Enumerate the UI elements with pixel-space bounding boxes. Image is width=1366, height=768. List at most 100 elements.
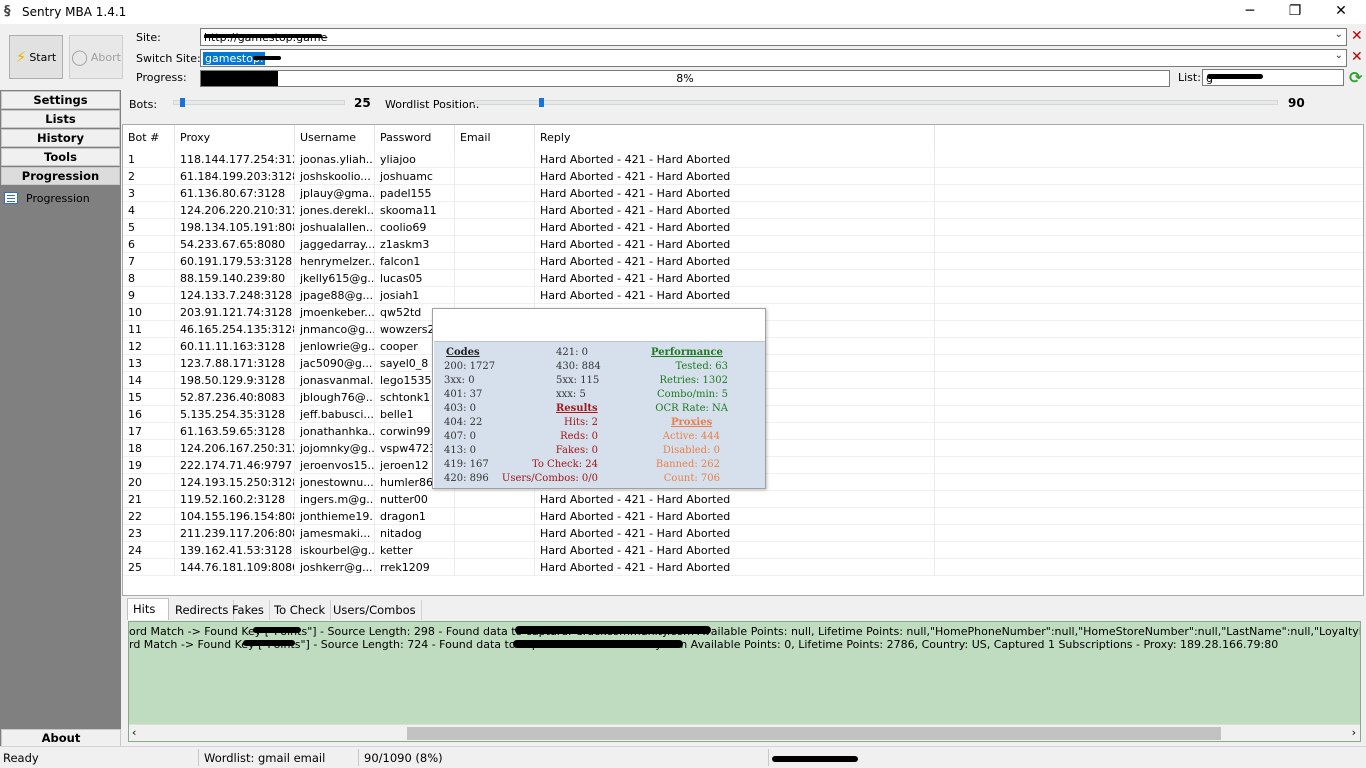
abort-button[interactable]: ◯ Abort bbox=[69, 35, 123, 79]
scrollbar-thumb[interactable] bbox=[407, 727, 1221, 740]
table-cell: 144.76.181.109:8080 bbox=[175, 559, 295, 576]
table-cell: 88.159.140.239:80 bbox=[175, 270, 295, 287]
table-cell: henrymelzer... bbox=[295, 253, 375, 270]
table-cell: 19 bbox=[123, 457, 175, 474]
clear-site-icon[interactable]: ✕ bbox=[1351, 28, 1363, 44]
slider-bar: Bots: 25 Wordlist Position: 90 bbox=[121, 90, 1366, 120]
codes-stat: 3xx: 0 bbox=[444, 375, 475, 386]
table-row[interactable]: 23 211.239.117.206:8080 jamesmaki... nitado… bbox=[123, 525, 1363, 542]
table-cell: 16 bbox=[123, 406, 175, 423]
column-header[interactable]: Email bbox=[455, 125, 535, 151]
proxies-stat: Banned: 262 bbox=[655, 459, 720, 470]
wordlist-slider-thumb[interactable] bbox=[539, 98, 544, 107]
table-cell: joshuamc bbox=[375, 168, 455, 185]
table-row[interactable]: 22 104.155.196.154:8080 jonthieme19... drag… bbox=[123, 508, 1363, 525]
chevron-down-icon[interactable]: ⌄ bbox=[1335, 29, 1343, 40]
column-header[interactable]: Reply bbox=[535, 125, 935, 151]
sidebar-item-history[interactable]: History bbox=[1, 129, 120, 147]
code-stat: 421: 0 bbox=[556, 347, 588, 358]
table-cell: skooma11 bbox=[375, 202, 455, 219]
table-row[interactable]: 3 61.136.80.67:3128 jplauy@gma... padel155 H… bbox=[123, 185, 1363, 202]
sidebar-item-about[interactable]: About bbox=[1, 729, 121, 747]
table-row[interactable]: 24 139.162.41.53:3128 iskourbel@g... ketter… bbox=[123, 542, 1363, 559]
table-row[interactable]: 2 61.184.199.203:3128 joshskoolio... joshua… bbox=[123, 168, 1363, 185]
sidebar-item-lists[interactable]: Lists bbox=[1, 110, 120, 128]
table-cell: Hard Aborted - 421 - Hard Aborted bbox=[535, 168, 935, 185]
codes-header: Codes bbox=[446, 347, 480, 358]
table-cell: yliajoo bbox=[375, 151, 455, 168]
table-cell: 61.163.59.65:3128 bbox=[175, 423, 295, 440]
table-cell bbox=[455, 253, 535, 270]
minimize-button[interactable]: ─ bbox=[1227, 0, 1273, 24]
column-header[interactable]: Bot # bbox=[123, 125, 175, 151]
code-stat: xxx: 5 bbox=[556, 389, 586, 400]
sidebar-item-tools[interactable]: Tools bbox=[1, 148, 120, 166]
table-cell: 198.50.129.9:3128 bbox=[175, 372, 295, 389]
table-cell: 14 bbox=[123, 372, 175, 389]
column-header[interactable]: Password bbox=[375, 125, 455, 151]
table-row[interactable]: 9 124.133.7.248:3128 jpage88@g... josiah1 Ha… bbox=[123, 287, 1363, 304]
tab-redirects[interactable]: Redirects bbox=[170, 600, 235, 620]
table-row[interactable]: 6 54.233.67.65:8080 jaggedarray... z1askm3 H… bbox=[123, 236, 1363, 253]
tab-hits[interactable]: Hits bbox=[127, 598, 169, 620]
start-button[interactable]: ⚡ Start bbox=[9, 35, 63, 79]
site-combobox[interactable]: http://gamestop.game ⌄ bbox=[200, 28, 1347, 46]
table-cell: 1 bbox=[123, 151, 175, 168]
sidebar-item-progression[interactable]: Progression bbox=[1, 167, 120, 185]
table-cell: lucas05 bbox=[375, 270, 455, 287]
table-cell: jblough76@... bbox=[295, 389, 375, 406]
sidebar-item-settings[interactable]: Settings bbox=[1, 91, 120, 109]
horizontal-scrollbar[interactable]: ‹ › bbox=[129, 724, 1360, 741]
bots-slider[interactable] bbox=[173, 98, 345, 107]
scroll-left-icon[interactable]: ‹ bbox=[132, 726, 136, 739]
table-cell: jplauy@gma... bbox=[295, 185, 375, 202]
close-button[interactable]: ✕ bbox=[1318, 0, 1364, 24]
table-cell: 61.184.199.203:3128 bbox=[175, 168, 295, 185]
proxies-stat: Count: 706 bbox=[663, 473, 720, 484]
table-cell: 124.206.220.210:3128 bbox=[175, 202, 295, 219]
tab-fakes[interactable]: Fakes bbox=[227, 600, 270, 620]
redaction-scribble bbox=[513, 640, 683, 648]
table-cell: 5.135.254.35:3128 bbox=[175, 406, 295, 423]
table-cell: rrek1209 bbox=[375, 559, 455, 576]
wordlist-position-slider[interactable] bbox=[474, 98, 1278, 107]
column-header[interactable]: Username bbox=[295, 125, 375, 151]
table-cell bbox=[455, 559, 535, 576]
status-divider bbox=[358, 749, 359, 766]
column-header[interactable]: Proxy bbox=[175, 125, 295, 151]
table-row[interactable]: 21 119.52.160.2:3128 ingers.m@g... nutter00… bbox=[123, 491, 1363, 508]
progress-label: Progress: bbox=[136, 71, 187, 84]
table-cell: joshskoolio... bbox=[295, 168, 375, 185]
redaction-scribble bbox=[253, 627, 301, 633]
table-row[interactable]: 25 144.76.181.109:8080 joshkerr@g... rrek12… bbox=[123, 559, 1363, 576]
table-cell: 104.155.196.154:8080 bbox=[175, 508, 295, 525]
table-cell: Hard Aborted - 421 - Hard Aborted bbox=[535, 219, 935, 236]
scroll-right-icon[interactable]: › bbox=[1352, 726, 1356, 739]
table-cell: Hard Aborted - 421 - Hard Aborted bbox=[535, 525, 935, 542]
hits-log[interactable]: ord Match -> Found Key ["Points"] - Sour… bbox=[128, 621, 1361, 742]
redaction-scribble bbox=[772, 756, 858, 762]
table-row[interactable]: 4 124.206.220.210:3128 jones.derekl... skoo… bbox=[123, 202, 1363, 219]
list-field[interactable]: g bbox=[1202, 69, 1344, 86]
chevron-down-icon[interactable]: ⌄ bbox=[1335, 50, 1343, 61]
table-cell: jonasvanmal... bbox=[295, 372, 375, 389]
refresh-icon[interactable]: ⟳ bbox=[1349, 68, 1362, 87]
table-row[interactable]: 1 118.144.177.254:3128 joonas.yliah... ylia… bbox=[123, 151, 1363, 168]
switch-site-combobox[interactable]: gamestop. ⌄ bbox=[200, 49, 1347, 67]
tab-to-check[interactable]: To Check bbox=[269, 600, 332, 620]
proxies-stat: Disabled: 0 bbox=[662, 445, 720, 456]
table-cell: Hard Aborted - 421 - Hard Aborted bbox=[535, 559, 935, 576]
table-cell: 21 bbox=[123, 491, 175, 508]
sidebar-subitem-progression[interactable]: Progression bbox=[4, 190, 119, 206]
status-divider bbox=[768, 749, 769, 766]
maximize-button[interactable]: ❐ bbox=[1272, 0, 1318, 24]
table-cell: 4 bbox=[123, 202, 175, 219]
table-row[interactable]: 8 88.159.140.239:80 jkelly615@g... lucas05 H… bbox=[123, 270, 1363, 287]
clear-switch-site-icon[interactable]: ✕ bbox=[1351, 49, 1363, 65]
window-title: Sentry MBA 1.4.1 bbox=[22, 5, 127, 19]
bots-slider-thumb[interactable] bbox=[180, 98, 185, 107]
tab-users-combos[interactable]: Users/Combos bbox=[328, 600, 422, 620]
proxies-stat: Active: 444 bbox=[662, 431, 720, 442]
table-row[interactable]: 5 198.134.105.191:8080 joshualallen... cool… bbox=[123, 219, 1363, 236]
table-row[interactable]: 7 60.191.179.53:3128 henrymelzer... falcon1… bbox=[123, 253, 1363, 270]
